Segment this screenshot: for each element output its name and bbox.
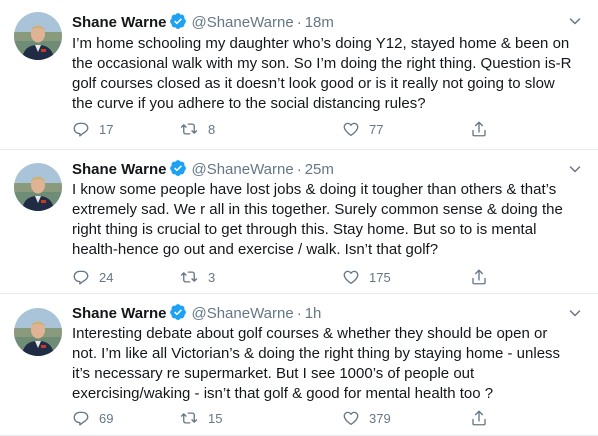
retweet-count: 3 [208, 269, 216, 285]
reply-icon [73, 411, 89, 426]
tweet-text-line: the curve if you adhere to the social di… [72, 95, 426, 112]
timestamp[interactable]: 18m [305, 14, 334, 31]
share-button[interactable] [470, 267, 488, 287]
share-icon [472, 410, 486, 426]
chevron-down-icon[interactable] [566, 12, 584, 30]
timestamp[interactable]: 25m [305, 161, 334, 178]
tweet-text-line: golf courses closed as it doesn’t look g… [72, 75, 555, 92]
tweet-header: Shane Warne @ShaneWarne · 25m [72, 159, 564, 182]
like-count: 175 [369, 269, 391, 285]
heart-icon [343, 411, 359, 426]
tweet-header: Shane Warne @ShaneWarne · 1h [72, 303, 564, 326]
timestamp[interactable]: 1h [305, 305, 322, 322]
separator: · [296, 161, 302, 178]
retweet-count: 8 [208, 121, 216, 137]
heart-icon [343, 270, 359, 285]
tweet-text-line: the occasional walk with my son. So I’m … [72, 55, 572, 72]
reply-button[interactable]: 24 [72, 267, 113, 287]
tweet-actions: 24 3 175 [72, 267, 502, 287]
verified-badge-icon [169, 12, 187, 35]
handle[interactable]: @ShaneWarne [191, 161, 293, 178]
tweet-text: Interesting debate about golf courses & … [72, 324, 587, 404]
like-count: 379 [369, 410, 391, 426]
reply-count: 24 [99, 269, 114, 285]
tweet-text-line: right thing is crucial to get through th… [72, 221, 537, 238]
reply-button[interactable]: 69 [72, 408, 113, 428]
like-count: 77 [369, 121, 384, 137]
display-name[interactable]: Shane Warne [72, 305, 166, 322]
chevron-down-icon[interactable] [566, 304, 584, 322]
tweet-text-line: I’m home schooling my daughter who’s doi… [72, 35, 570, 52]
tweet[interactable]: Shane Warne @ShaneWarne · 18m I’m home scho… [0, 0, 598, 150]
separator: · [296, 305, 302, 322]
verified-badge-icon [169, 303, 187, 326]
retweet-button[interactable]: 3 [179, 267, 215, 287]
tweet-feed: Shane Warne @ShaneWarne · 18m I’m home scho… [0, 0, 598, 436]
avatar[interactable] [14, 163, 62, 211]
like-button[interactable]: 77 [342, 119, 383, 139]
tweet-text-line: exercising/waking - isn’t that golf & go… [72, 385, 494, 402]
tweet-header: Shane Warne @ShaneWarne · 18m [72, 12, 564, 35]
tweet-text-line: extremely sad. We r all in this together… [72, 201, 563, 218]
display-name[interactable]: Shane Warne [72, 14, 166, 31]
reply-count: 17 [99, 121, 114, 137]
reply-count: 69 [99, 410, 114, 426]
tweet-text-line: it’s necessary re supermarket. But I see… [72, 365, 475, 382]
tweet-text: I’m home schooling my daughter who’s doi… [72, 34, 587, 114]
share-button[interactable] [470, 408, 488, 428]
tweet[interactable]: Shane Warne @ShaneWarne · 25m I know some p… [0, 150, 598, 294]
share-button[interactable] [470, 119, 488, 139]
handle[interactable]: @ShaneWarne [191, 14, 293, 31]
retweet-button[interactable]: 8 [179, 119, 215, 139]
avatar[interactable] [14, 12, 62, 60]
reply-button[interactable]: 17 [72, 119, 113, 139]
share-icon [472, 269, 486, 285]
tweet-text-line: Interesting debate about golf courses & … [72, 325, 548, 342]
tweet[interactable]: Shane Warne @ShaneWarne · 1h Interesting de… [0, 294, 598, 436]
reply-icon [73, 122, 89, 137]
share-icon [472, 121, 486, 137]
tweet-actions: 17 8 77 [72, 119, 502, 139]
retweet-count: 15 [208, 410, 223, 426]
handle[interactable]: @ShaneWarne [191, 305, 293, 322]
reply-icon [73, 270, 89, 285]
display-name[interactable]: Shane Warne [72, 161, 166, 178]
retweet-icon [180, 271, 198, 283]
chevron-down-icon[interactable] [566, 160, 584, 178]
tweet-text-line: not. I’m like all Victorian’s & doing th… [72, 345, 561, 362]
retweet-icon [180, 123, 198, 135]
avatar[interactable] [14, 308, 62, 356]
tweet-text: I know some people have lost jobs & doin… [72, 180, 587, 260]
retweet-icon [180, 412, 198, 424]
heart-icon [343, 122, 359, 137]
like-button[interactable]: 379 [342, 408, 391, 428]
retweet-button[interactable]: 15 [179, 408, 222, 428]
verified-badge-icon [169, 159, 187, 182]
tweet-text-line: health-hence go out and exercise / walk.… [72, 241, 439, 258]
tweet-text-line: I know some people have lost jobs & doin… [72, 181, 557, 198]
like-button[interactable]: 175 [342, 267, 391, 287]
tweet-actions: 69 15 379 [72, 408, 502, 428]
separator: · [296, 14, 302, 31]
